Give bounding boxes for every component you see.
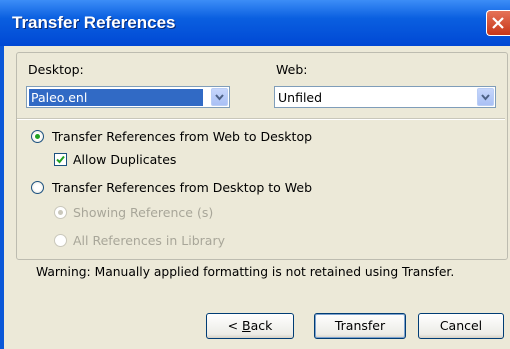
desktop-to-web-label[interactable]: Transfer References from Desktop to Web: [52, 180, 312, 195]
back-prefix: <: [227, 318, 243, 333]
allow-duplicates-label[interactable]: Allow Duplicates: [73, 152, 176, 167]
radio-selected-dot: [35, 134, 40, 139]
radio-desktop-to-web[interactable]: [31, 181, 44, 194]
desktop-dropdown-button[interactable]: [211, 88, 228, 106]
back-rest: ack: [250, 318, 273, 333]
radio-showing-reference[interactable]: [54, 206, 67, 219]
chevron-down-icon: [481, 94, 490, 101]
close-icon: [492, 17, 504, 29]
desktop-library-select[interactable]: Paleo.enl: [26, 86, 230, 108]
radio-selected-dot: [58, 210, 63, 215]
desktop-label: Desktop:: [28, 62, 84, 77]
web-folder-value: Unfiled: [278, 90, 323, 105]
web-dropdown-button[interactable]: [477, 88, 494, 106]
window-frame-left: [0, 46, 4, 349]
transfer-label: Transfer: [334, 318, 386, 333]
all-references-label: All References in Library: [73, 233, 225, 248]
showing-reference-label: Showing Reference (s): [73, 205, 214, 220]
divider: [17, 118, 505, 120]
web-label: Web:: [276, 62, 308, 77]
cancel-label: Cancel: [439, 318, 483, 333]
title-bar[interactable]: Transfer References: [0, 0, 510, 46]
radio-web-to-desktop[interactable]: [31, 130, 44, 143]
back-accelerator: B: [242, 318, 251, 333]
close-button[interactable]: [486, 10, 510, 36]
web-to-desktop-label[interactable]: Transfer References from Web to Desktop: [52, 129, 312, 144]
chevron-down-icon: [215, 94, 224, 101]
cancel-button[interactable]: Cancel: [418, 313, 504, 339]
allow-duplicates-checkbox[interactable]: [54, 153, 67, 166]
back-button[interactable]: < Back: [206, 313, 294, 339]
radio-all-references[interactable]: [54, 234, 67, 247]
web-folder-select[interactable]: Unfiled: [274, 86, 496, 108]
transfer-button[interactable]: Transfer: [314, 313, 406, 339]
checkmark-icon: [56, 155, 65, 164]
desktop-library-value: Paleo.enl: [29, 89, 203, 106]
warning-text: Warning: Manually applied formatting is …: [36, 265, 455, 279]
window-title: Transfer References: [12, 13, 176, 32]
